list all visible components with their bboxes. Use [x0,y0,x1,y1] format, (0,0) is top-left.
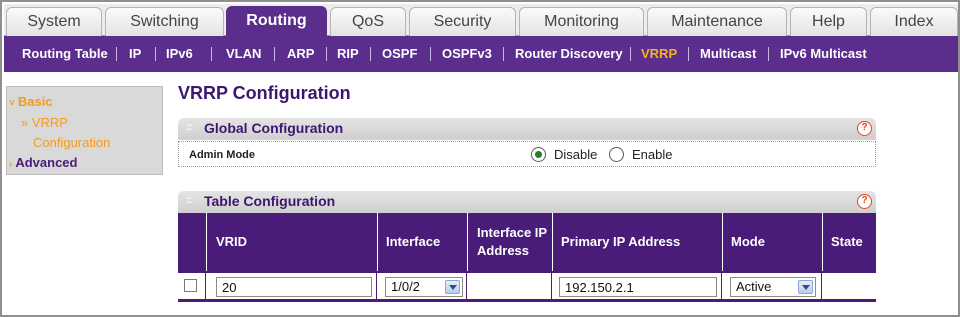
subnav-vrrp[interactable]: VRRP [641,36,677,72]
tab-routing[interactable]: Routing [226,6,327,38]
row-select-cell [178,273,206,299]
table-row: 1/0/2 Active [178,273,876,301]
grip-icon: :: [186,194,192,206]
global-config-header: :: Global Configuration ? [178,118,876,140]
subnav-router-discovery[interactable]: Router Discovery [515,36,623,72]
subnav-separator [211,47,212,61]
subnav-separator [768,47,769,61]
vrid-cell [207,273,377,299]
table-config-title: Table Configuration [204,193,336,209]
subnav-separator [630,47,631,61]
admin-mode-enable-radio[interactable] [609,147,624,162]
column-divider [552,213,553,271]
subnav-separator [688,47,689,61]
leftnav-vrrp[interactable]: » VRRP [21,115,68,130]
dropdown-arrow-icon[interactable] [798,280,813,294]
admin-mode-label: Admin Mode [189,149,255,161]
interface-ip-cell [468,273,552,299]
page-title: VRRP Configuration [178,83,351,103]
dropdown-arrow-icon[interactable] [445,280,460,294]
subnav-ospf[interactable]: OSPF [382,36,417,72]
subnav-separator [274,47,275,61]
admin-mode-enable-label: Enable [632,147,673,162]
tab-monitoring[interactable]: Monitoring [519,7,644,36]
subnav-separator [155,47,156,61]
subnav-separator [116,47,117,61]
subnav-ipv6-multicast[interactable]: IPv6 Multicast [780,36,867,72]
admin-mode-disable-label: Disable [554,147,598,162]
leftnav-advanced-label: Advanced [15,155,78,170]
left-nav: ˅ Basic » VRRP Configuration › Advanced [6,86,163,175]
column-header-vrid: VRID [216,234,248,249]
leftnav-vrrp-configuration[interactable]: Configuration [33,135,110,150]
subnav-rip[interactable]: RIP [337,36,359,72]
vrrp-table: VRID Interface Interface IP Address Prim… [178,213,876,301]
tab-qos[interactable]: QoS [330,7,406,36]
global-config-title: Global Configuration [204,120,344,136]
interface-cell: 1/0/2 [378,273,467,299]
main-tab-bar: System Switching Routing QoS Security Mo… [4,4,958,38]
column-divider [377,213,378,271]
subnav-separator [503,47,504,61]
vrid-input[interactable] [216,277,372,297]
subnav-separator [430,47,431,61]
state-cell [823,273,876,299]
column-divider [206,213,207,271]
tab-index[interactable]: Index [870,7,958,36]
tab-switching[interactable]: Switching [105,7,224,36]
tab-security[interactable]: Security [409,7,516,36]
admin-mode-disable-radio[interactable] [531,147,546,162]
column-divider [467,213,468,271]
global-config-body: Admin Mode Disable Enable [178,141,876,167]
leftnav-basic-label: Basic [17,94,53,109]
app-frame: System Switching Routing QoS Security Mo… [0,0,960,317]
help-icon[interactable]: ? [857,121,872,136]
tab-help[interactable]: Help [790,7,867,36]
subnav-routing-table[interactable]: Routing Table [22,36,108,72]
caret-right-icon: › [9,159,13,170]
column-divider [822,213,823,271]
subnav-separator [370,47,371,61]
primary-ip-input[interactable] [559,277,717,297]
table-config-header: :: Table Configuration ? [178,191,876,213]
double-chevron-icon: » [21,115,29,130]
help-icon[interactable]: ? [857,194,872,209]
subnav-ip[interactable]: IP [129,36,141,72]
tab-maintenance[interactable]: Maintenance [647,7,787,36]
interface-select[interactable]: 1/0/2 [385,277,463,297]
mode-select-value: Active [736,279,772,294]
primary-ip-cell [553,273,722,299]
subnav-multicast[interactable]: Multicast [700,36,756,72]
leftnav-basic[interactable]: ˅ Basic [9,94,53,109]
subnav-ipv6[interactable]: IPv6 [166,36,193,72]
column-divider [722,213,723,271]
mode-cell: Active [723,273,822,299]
subnav-vlan[interactable]: VLAN [226,36,261,72]
leftnav-vrrp-label: VRRP [31,115,68,130]
row-select-checkbox[interactable] [184,279,197,292]
subnav-arp[interactable]: ARP [287,36,314,72]
column-header-interface: Interface [386,234,441,249]
subnav-separator [326,47,327,61]
grip-icon: :: [186,121,192,133]
sub-nav-bar: Routing Table IP IPv6 VLAN ARP RIP OSPF … [4,36,958,72]
column-header-primary-ip: Primary IP Address [561,234,681,249]
tab-system[interactable]: System [6,7,102,36]
table-bottom-border [178,299,876,302]
mode-select[interactable]: Active [730,277,816,297]
column-header-state: State [831,234,863,249]
subnav-ospfv3[interactable]: OSPFv3 [442,36,492,72]
leftnav-advanced[interactable]: › Advanced [9,155,77,170]
column-header-interface-ip: Interface IP Address [477,225,547,258]
caret-down-icon: ˅ [9,98,15,109]
column-header-mode: Mode [731,234,765,249]
interface-select-value: 1/0/2 [391,279,420,294]
